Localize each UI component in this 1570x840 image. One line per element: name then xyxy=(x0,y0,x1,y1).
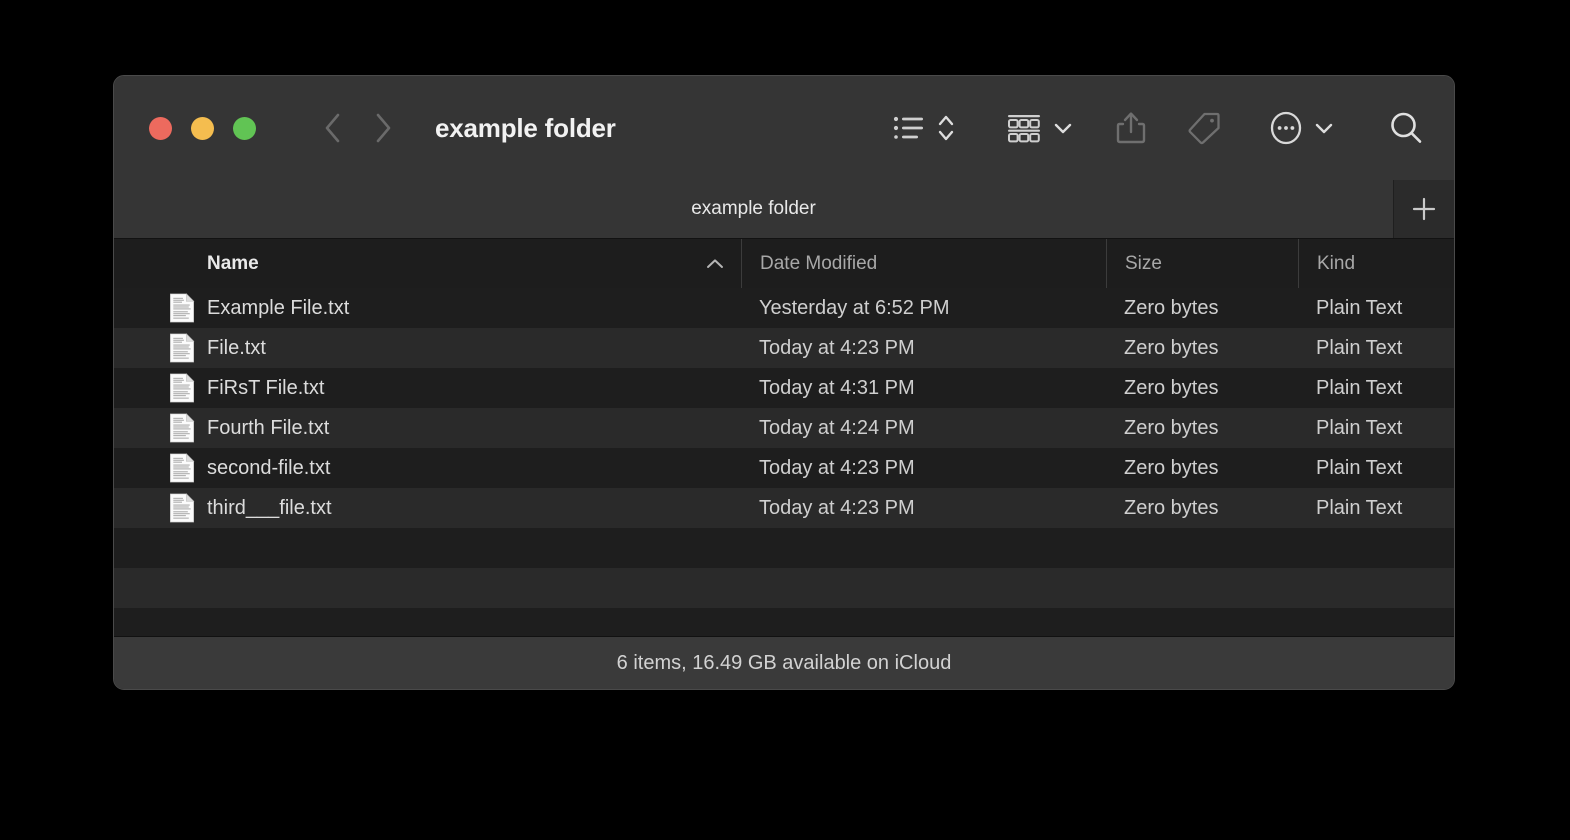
share-button[interactable] xyxy=(1115,103,1147,153)
table-row[interactable]: third___file.txt Today at 4:23 PM Zero byt… xyxy=(114,488,1454,528)
file-kind-cell: Plain Text xyxy=(1316,496,1403,519)
navigation-arrows xyxy=(321,109,395,147)
column-header-name[interactable]: Name xyxy=(114,239,741,288)
file-size-cell: Zero bytes xyxy=(1124,496,1219,519)
tab-label: example folder xyxy=(691,198,816,219)
share-icon xyxy=(1116,112,1146,144)
back-button[interactable] xyxy=(321,109,343,147)
column-header-date-label: Date Modified xyxy=(760,252,878,274)
search-icon xyxy=(1391,112,1422,143)
close-button[interactable] xyxy=(149,116,172,140)
table-row[interactable]: Example File.txt Yesterday at 6:52 PM Zero… xyxy=(114,288,1454,328)
file-kind-cell: Plain Text xyxy=(1316,376,1403,399)
file-date-cell: Today at 4:24 PM xyxy=(759,416,915,439)
plain-text-file-icon xyxy=(170,333,195,363)
file-name-label: third___file.txt xyxy=(207,496,332,519)
column-header-size[interactable]: Size xyxy=(1106,239,1298,288)
tab-example-folder[interactable]: example folder xyxy=(114,180,1393,238)
file-date-cell: Yesterday at 6:52 PM xyxy=(759,296,950,319)
empty-list-row[interactable] xyxy=(114,568,1454,608)
file-kind-cell: Plain Text xyxy=(1316,296,1403,319)
tag-button[interactable] xyxy=(1187,103,1221,153)
minimize-button[interactable] xyxy=(191,116,214,140)
empty-list-row[interactable] xyxy=(114,528,1454,568)
plain-text-file-icon xyxy=(170,493,195,523)
sort-updown-icon xyxy=(938,115,954,141)
file-size-cell: Zero bytes xyxy=(1124,416,1219,439)
column-header-date-modified[interactable]: Date Modified xyxy=(741,239,1106,288)
maximize-button[interactable] xyxy=(233,116,256,140)
window-toolbar: example folder xyxy=(114,76,1454,180)
sort-ascending-indicator xyxy=(705,257,725,271)
file-name-label: second-file.txt xyxy=(207,456,331,479)
file-name-cell[interactable]: third___file.txt xyxy=(114,493,741,523)
list-view-icon xyxy=(893,116,923,139)
chevron-down-icon xyxy=(1315,123,1333,134)
column-header-size-label: Size xyxy=(1125,252,1162,274)
forward-button[interactable] xyxy=(373,109,395,147)
table-row[interactable]: second-file.txt Today at 4:23 PM Zero byte… xyxy=(114,448,1454,488)
group-by-button[interactable] xyxy=(1006,103,1073,153)
group-by-dropdown[interactable] xyxy=(1053,121,1073,135)
column-header-kind[interactable]: Kind xyxy=(1298,239,1454,288)
more-actions-button[interactable] xyxy=(1269,103,1334,153)
plain-text-file-icon xyxy=(170,373,195,403)
more-ellipsis-icon xyxy=(1270,111,1302,145)
file-size-cell: Zero bytes xyxy=(1124,336,1219,359)
table-row[interactable]: Fourth File.txt Today at 4:24 PM Zero byte… xyxy=(114,408,1454,448)
table-row[interactable]: FiRsT File.txt Today at 4:31 PM Zero bytes… xyxy=(114,368,1454,408)
group-by-icon xyxy=(1008,115,1040,143)
new-tab-button[interactable] xyxy=(1393,180,1454,238)
file-kind-cell: Plain Text xyxy=(1316,416,1403,439)
file-size-cell: Zero bytes xyxy=(1124,456,1219,479)
file-name-label: Example File.txt xyxy=(207,296,350,319)
plain-text-file-icon xyxy=(170,453,195,483)
chevron-up-icon xyxy=(707,258,723,268)
file-kind-cell: Plain Text xyxy=(1316,336,1403,359)
file-kind-cell: Plain Text xyxy=(1316,456,1403,479)
view-options-button[interactable] xyxy=(893,103,956,153)
file-size-cell: Zero bytes xyxy=(1124,296,1219,319)
column-header-row: Name Date Modified Size Kind xyxy=(114,238,1454,288)
chevron-down-icon xyxy=(1054,123,1072,134)
plus-icon xyxy=(1412,197,1436,221)
file-list[interactable]: Example File.txt Yesterday at 6:52 PM Zero… xyxy=(114,288,1454,636)
more-actions-dropdown[interactable] xyxy=(1314,121,1334,135)
sort-order-button[interactable] xyxy=(936,112,956,144)
finder-window: example folder example folder Name Date … xyxy=(113,75,1455,690)
chevron-left-icon xyxy=(325,113,340,143)
file-date-cell: Today at 4:23 PM xyxy=(759,496,915,519)
plain-text-file-icon xyxy=(170,293,195,323)
empty-list-row[interactable] xyxy=(114,608,1454,636)
status-bar: 6 items, 16.49 GB available on iCloud xyxy=(114,636,1454,689)
file-size-cell: Zero bytes xyxy=(1124,376,1219,399)
file-name-cell[interactable]: File.txt xyxy=(114,333,741,363)
search-button[interactable] xyxy=(1388,103,1424,153)
tab-bar: example folder xyxy=(114,180,1454,238)
desktop-background: example folder example folder Name Date … xyxy=(0,0,1570,840)
file-name-cell[interactable]: Example File.txt xyxy=(114,293,741,323)
file-date-cell: Today at 4:23 PM xyxy=(759,456,915,479)
file-name-label: Fourth File.txt xyxy=(207,416,330,439)
file-name-cell[interactable]: second-file.txt xyxy=(114,453,741,483)
table-row[interactable]: File.txt Today at 4:23 PM Zero bytes Plain … xyxy=(114,328,1454,368)
chevron-right-icon xyxy=(376,113,391,143)
column-header-kind-label: Kind xyxy=(1317,252,1356,274)
tag-icon xyxy=(1188,112,1220,145)
file-date-cell: Today at 4:31 PM xyxy=(759,376,915,399)
file-name-label: File.txt xyxy=(207,336,266,359)
window-title: example folder xyxy=(435,112,616,143)
toolbar-actions xyxy=(773,103,1454,153)
file-name-label: FiRsT File.txt xyxy=(207,376,325,399)
file-name-cell[interactable]: FiRsT File.txt xyxy=(114,373,741,403)
file-date-cell: Today at 4:23 PM xyxy=(759,336,915,359)
plain-text-file-icon xyxy=(170,413,195,443)
file-name-cell[interactable]: Fourth File.txt xyxy=(114,413,741,443)
status-bar-text: 6 items, 16.49 GB available on iCloud xyxy=(616,651,952,674)
traffic-light-buttons xyxy=(149,116,256,140)
column-header-name-label: Name xyxy=(207,252,259,274)
